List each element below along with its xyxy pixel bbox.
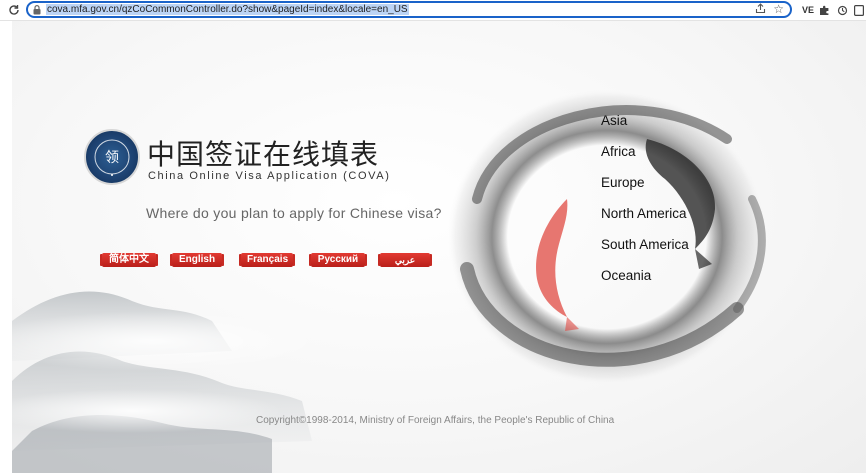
reload-icon[interactable] <box>6 2 22 18</box>
share-icon[interactable] <box>755 3 766 17</box>
region-link-north-america[interactable]: North America <box>601 206 687 221</box>
language-button-french[interactable]: Français <box>241 253 293 267</box>
copyright-footer: Copyright©1998-2014, Ministry of Foreign… <box>256 415 615 426</box>
language-button-english[interactable]: English <box>172 253 222 267</box>
language-button-simplified-chinese[interactable]: 简体中文 <box>102 253 156 267</box>
consular-logo-glyph: 领 <box>94 139 130 176</box>
cova-home-page: 领 中国签证在线填表 China Online Visa Application… <box>12 21 866 473</box>
svg-text:领: 领 <box>105 150 119 166</box>
region-link-asia[interactable]: Asia <box>601 113 627 128</box>
url-text[interactable]: cova.mfa.gov.cn/qzCoCommonController.do?… <box>46 4 409 15</box>
extension-refresh-glyph <box>837 5 847 15</box>
extension-refresh-icon[interactable] <box>836 3 848 17</box>
consular-affairs-logo: 领 <box>84 129 140 185</box>
region-link-africa[interactable]: Africa <box>601 144 636 159</box>
extension-ve-icon[interactable]: VE <box>801 3 815 17</box>
lock-icon-glyph <box>33 4 41 14</box>
puzzle-icon-glyph <box>819 5 828 15</box>
side-panel-icon[interactable] <box>853 3 864 17</box>
extensions-puzzle-icon[interactable] <box>818 3 830 17</box>
language-selector: 简体中文 English Français Русский عربي <box>100 253 430 269</box>
side-panel-glyph <box>853 4 864 16</box>
share-icon-glyph <box>755 3 766 14</box>
language-button-arabic[interactable]: عربي <box>380 253 430 267</box>
site-title-chinese: 中国签证在线填表 <box>147 138 380 171</box>
region-question: Where do you plan to apply for Chinese v… <box>146 205 442 221</box>
reload-icon-glyph <box>9 5 19 15</box>
lock-icon[interactable] <box>28 4 46 15</box>
address-bar[interactable]: cova.mfa.gov.cn/qzCoCommonController.do?… <box>26 1 792 18</box>
site-title-english: China Online Visa Application (COVA) <box>148 170 391 182</box>
region-link-south-america[interactable]: South America <box>601 237 689 252</box>
browser-toolbar: cova.mfa.gov.cn/qzCoCommonController.do?… <box>0 0 866 21</box>
region-link-oceania[interactable]: Oceania <box>601 268 651 283</box>
region-link-europe[interactable]: Europe <box>601 175 645 190</box>
star-icon[interactable]: ☆ <box>773 2 784 16</box>
language-button-russian[interactable]: Русский <box>311 253 365 267</box>
